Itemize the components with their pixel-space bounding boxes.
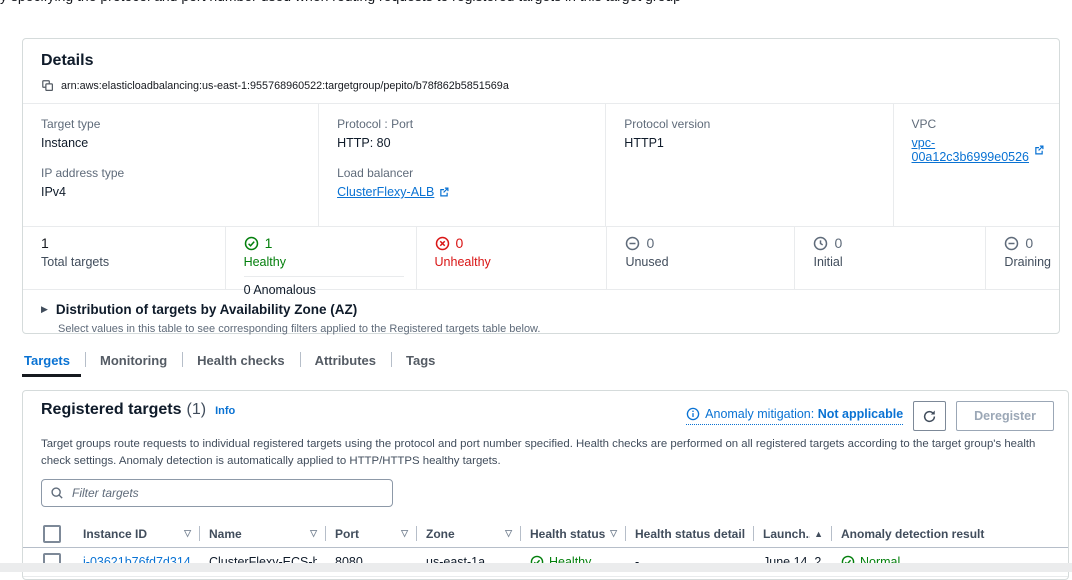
tab-attributes[interactable]: Attributes [300, 344, 391, 377]
field-value-ip-address-type: IPv4 [41, 185, 304, 199]
column-header-port[interactable]: Port▽ [325, 520, 416, 547]
copy-icon[interactable] [41, 79, 54, 92]
anomaly-mitigation-link[interactable]: Anomaly mitigation: Not applicable [686, 407, 903, 425]
expand-caret-icon: ▶ [41, 304, 48, 315]
field-label-vpc: VPC [912, 117, 1045, 131]
tab-targets[interactable]: Targets [22, 344, 85, 377]
clock-icon [813, 236, 828, 251]
field-label-ip-address-type: IP address type [41, 166, 304, 180]
column-header-instance-id[interactable]: Instance ID▽ [73, 520, 199, 547]
column-header-anomaly-detection-result: Anomaly detection result [831, 520, 1068, 547]
info-icon [686, 407, 700, 421]
healthy-label: Healthy [244, 255, 408, 269]
unused-count: 0 [646, 235, 654, 251]
field-value-target-type: Instance [41, 136, 304, 150]
minus-circle-icon [625, 236, 640, 251]
sort-caret-ascending-icon[interactable]: ▲ [814, 529, 823, 539]
minus-circle-icon [1004, 236, 1019, 251]
az-distribution-expander[interactable]: ▶ Distribution of targets by Availabilit… [41, 302, 1041, 317]
registered-targets-title: Registered targets [41, 401, 182, 419]
field-value-protocol-port: HTTP: 80 [337, 136, 591, 150]
unhealthy-label: Unhealthy [435, 255, 599, 269]
column-header-health-status[interactable]: Health status▽ [520, 520, 625, 547]
total-targets-count: 1 [41, 235, 49, 251]
draining-label: Draining [1004, 255, 1051, 269]
field-label-protocol-port: Protocol : Port [337, 117, 591, 131]
target-group-arn: arn:aws:elasticloadbalancing:us-east-1:9… [61, 80, 509, 92]
registered-targets-panel: Registered targets (1) Info Anomaly miti… [22, 390, 1069, 580]
sort-caret-icon[interactable]: ▽ [184, 528, 191, 539]
details-card: Details arn:aws:elasticloadbalancing:us-… [22, 38, 1060, 334]
field-label-target-type: Target type [41, 117, 304, 131]
registered-targets-count: (1) [187, 401, 207, 419]
check-circle-icon [244, 236, 259, 251]
tab-monitoring[interactable]: Monitoring [85, 344, 182, 377]
x-circle-icon [435, 236, 450, 251]
column-header-launch-time[interactable]: Launch...▲ [753, 520, 831, 547]
refresh-button[interactable] [913, 401, 946, 431]
sort-caret-icon[interactable]: ▽ [505, 528, 512, 539]
sort-caret-icon[interactable]: ▽ [310, 528, 317, 539]
external-link-icon [438, 186, 450, 198]
unhealthy-count: 0 [456, 235, 464, 251]
targets-table-header: Instance ID▽ Name▽ Port▽ Zone▽ Health st… [23, 520, 1068, 548]
healthy-count: 1 [265, 235, 273, 251]
clipped-header-text: y specifying the protocol and port numbe… [0, 0, 850, 7]
tab-health-checks[interactable]: Health checks [182, 344, 299, 377]
deregister-button[interactable]: Deregister [956, 401, 1054, 431]
vpc-link[interactable]: vpc-00a12c3b6999e0526 [912, 136, 1045, 164]
initial-label: Initial [813, 255, 977, 269]
az-distribution-subtitle: Select values in this table to see corre… [58, 323, 1041, 335]
external-link-icon [1033, 144, 1045, 156]
info-link[interactable]: Info [215, 405, 235, 417]
load-balancer-link[interactable]: ClusterFlexy-ALB [337, 185, 450, 199]
column-header-health-status-details: Health status details [625, 520, 753, 547]
initial-count: 0 [834, 235, 842, 251]
search-icon [50, 486, 64, 500]
tab-tags[interactable]: Tags [391, 344, 450, 377]
total-targets-label: Total targets [41, 255, 217, 269]
registered-targets-description: Target groups route requests to individu… [23, 431, 1064, 469]
details-title: Details [41, 52, 1041, 70]
sort-caret-icon[interactable]: ▽ [401, 528, 408, 539]
field-label-load-balancer: Load balancer [337, 166, 591, 180]
refresh-icon [922, 409, 937, 424]
anomalous-count-label: 0 Anomalous [244, 283, 408, 297]
column-header-zone[interactable]: Zone▽ [416, 520, 520, 547]
az-distribution-title: Distribution of targets by Availability … [56, 302, 357, 317]
field-value-protocol-version: HTTP1 [624, 136, 878, 150]
unused-label: Unused [625, 255, 786, 269]
select-all-checkbox[interactable] [43, 525, 61, 543]
sort-caret-icon[interactable]: ▽ [610, 528, 617, 539]
column-header-name[interactable]: Name▽ [199, 520, 325, 547]
field-label-protocol-version: Protocol version [624, 117, 878, 131]
draining-count: 0 [1025, 235, 1033, 251]
target-group-tabs: Targets Monitoring Health checks Attribu… [22, 344, 450, 377]
filter-targets-input[interactable] [41, 479, 393, 507]
